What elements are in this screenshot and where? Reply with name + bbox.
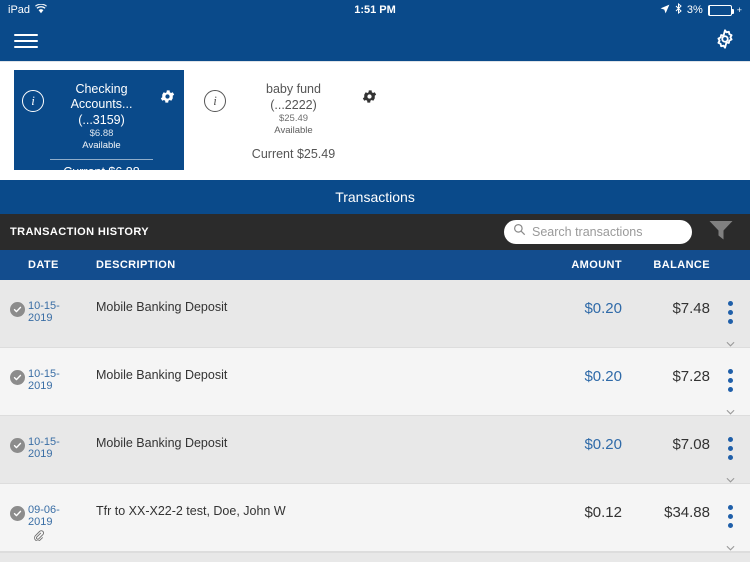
account-settings-gear-icon[interactable] — [159, 88, 176, 110]
location-arrow-icon — [660, 4, 670, 17]
account-available-label: Available — [82, 140, 121, 151]
check-circle-icon — [10, 370, 25, 385]
transaction-description: Mobile Banking Deposit — [96, 368, 228, 382]
check-circle-icon — [10, 506, 25, 521]
more-vertical-icon[interactable] — [710, 436, 750, 488]
account-available-amount: $6.88 — [89, 128, 114, 139]
transaction-list: 10-15-2019 Mobile Banking Deposit $0.20 $7.… — [0, 280, 750, 552]
column-header-balance: BALANCE — [653, 259, 710, 271]
more-vertical-icon[interactable] — [710, 300, 750, 352]
filter-button[interactable] — [692, 219, 750, 246]
ios-status-bar: iPad 1:51 PM 3% + — [0, 0, 750, 20]
chevron-down-icon[interactable] — [726, 538, 735, 556]
hamburger-menu-icon[interactable] — [14, 30, 38, 52]
column-header-amount: AMOUNT — [571, 259, 622, 271]
app-screen: iPad 1:51 PM 3% + i Checking Accounts...… — [0, 0, 750, 562]
account-name: Checking Accounts... — [70, 82, 133, 111]
transaction-amount[interactable]: $0.20 — [522, 436, 622, 453]
check-circle-icon — [10, 302, 25, 317]
transaction-balance: $7.28 — [672, 368, 710, 385]
table-row[interactable]: 10-15-2019 Mobile Banking Deposit $0.20 $7.… — [0, 416, 750, 484]
account-card-divider — [50, 159, 153, 160]
bluetooth-icon — [675, 2, 682, 17]
gear-icon[interactable] — [714, 28, 736, 55]
account-card-spacer — [230, 137, 357, 147]
transaction-balance: $34.88 — [664, 504, 710, 521]
transaction-history-label: TRANSACTION HISTORY — [10, 226, 149, 238]
table-row[interactable]: 10-15-2019 Mobile Banking Deposit $0.20 $7.… — [0, 348, 750, 416]
info-icon[interactable]: i — [22, 90, 44, 112]
paperclip-icon[interactable] — [33, 528, 44, 546]
transaction-amount: $0.12 — [584, 504, 622, 521]
transaction-list-tail — [0, 552, 750, 562]
accounts-carousel[interactable]: i Checking Accounts... (...3159) $6.88 A… — [0, 62, 750, 180]
search-input[interactable] — [532, 225, 683, 239]
transaction-description: Tfr to XX-X22-2 test, Doe, John W — [96, 504, 286, 518]
account-card-body: baby fund (...2222) $25.49 Available Cur… — [226, 82, 361, 161]
account-card-body: Checking Accounts... (...3159) $6.88 Ava… — [44, 82, 159, 179]
transaction-description: Mobile Banking Deposit — [96, 300, 228, 314]
info-icon[interactable]: i — [204, 90, 226, 112]
page-title: Transactions — [335, 189, 415, 205]
status-bar-clock: 1:51 PM — [354, 4, 396, 16]
charging-bolt-icon: + — [736, 5, 742, 15]
more-vertical-icon[interactable] — [710, 368, 750, 420]
transaction-amount[interactable]: $0.20 — [522, 368, 622, 385]
account-current-balance: Current $25.49 — [251, 147, 336, 161]
transactions-title-bar: Transactions — [0, 180, 750, 214]
account-current-balance: Current $6.88 — [63, 165, 140, 179]
account-card-baby-fund[interactable]: i baby fund (...2222) $25.49 Available C… — [196, 70, 386, 170]
column-header-description: DESCRIPTION — [96, 259, 176, 271]
search-transactions-box[interactable] — [504, 220, 692, 244]
battery-charging-icon — [707, 4, 734, 16]
table-row[interactable]: 09-06-2019 Tfr to XX-X22-2 test, Doe, Joh… — [0, 484, 750, 552]
status-bar-left: iPad — [8, 3, 48, 17]
account-available-amount: $25.49 — [278, 113, 309, 124]
account-settings-gear-icon[interactable] — [361, 88, 378, 110]
account-card-checking[interactable]: i Checking Accounts... (...3159) $6.88 A… — [14, 70, 184, 179]
status-bar-right: 3% + — [660, 2, 742, 17]
account-number: (...2222) — [270, 98, 317, 112]
check-circle-icon — [10, 438, 25, 453]
account-name: baby fund — [266, 82, 321, 96]
carrier-label: iPad — [8, 4, 31, 16]
filter-funnel-icon — [708, 219, 734, 246]
account-available-label: Available — [274, 125, 313, 136]
app-navigation-bar — [0, 20, 750, 62]
more-vertical-icon[interactable] — [710, 504, 750, 556]
battery-percent-label: 3% — [686, 4, 703, 16]
transaction-balance: $7.08 — [672, 436, 710, 453]
transaction-balance: $7.48 — [672, 300, 710, 317]
search-icon — [513, 223, 526, 241]
table-row[interactable]: 10-15-2019 Mobile Banking Deposit $0.20 $7.… — [0, 280, 750, 348]
table-header-row: DATE DESCRIPTION AMOUNT BALANCE — [0, 250, 750, 280]
column-header-date: DATE — [28, 259, 59, 271]
search-wrapper — [504, 220, 692, 244]
transaction-amount[interactable]: $0.20 — [522, 300, 622, 317]
wifi-icon — [35, 3, 48, 17]
account-number: (...3159) — [78, 113, 125, 127]
transaction-description: Mobile Banking Deposit — [96, 436, 228, 450]
transaction-history-bar: TRANSACTION HISTORY — [0, 214, 750, 250]
